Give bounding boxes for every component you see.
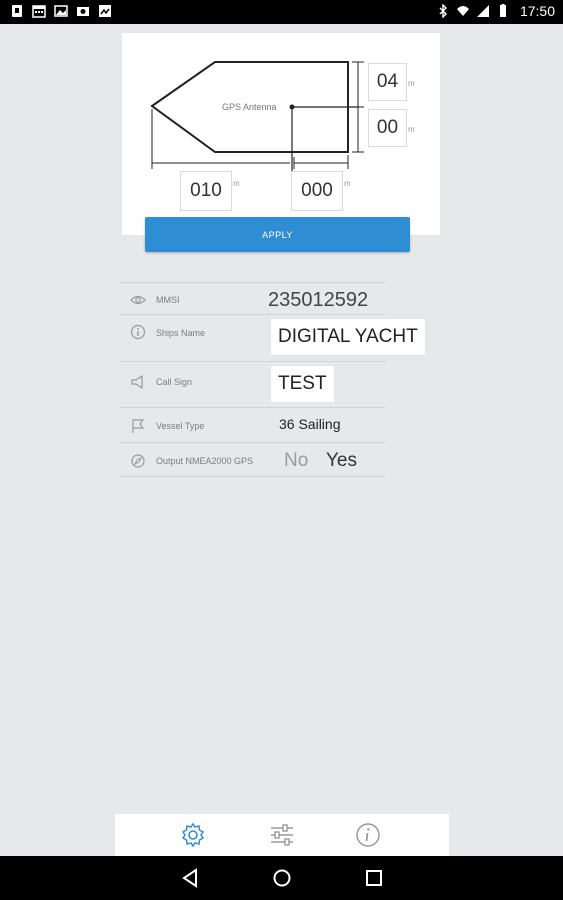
wifi-icon [456,6,469,16]
home-icon[interactable] [271,867,293,889]
info-icon[interactable] [355,822,381,848]
clock-time: 17:50 [519,3,555,19]
ships-name-label: Ships Name [156,328,206,338]
camera-icon [77,7,89,16]
gear-icon[interactable] [180,822,206,848]
bluetooth-icon [439,4,447,18]
sliders-icon[interactable] [269,822,295,848]
call-sign-label: Call Sign [156,377,193,387]
notification-icon [12,5,22,17]
gallery-icon [99,5,111,17]
unit-label: m [233,179,240,188]
image-icon [54,5,68,17]
eye-icon [130,295,146,305]
dim-bottom-left-input[interactable]: 010 [180,171,232,211]
gps-antenna-label: GPS Antenna [222,102,277,112]
flag-icon [132,419,145,433]
unit-label: m [344,179,351,188]
vessel-type-value[interactable]: 36 Sailing [279,416,341,432]
mmsi-row: MMSI 235012592 [120,282,385,315]
ships-name-row: Ships Name DIGITAL YACHT [120,315,426,362]
apply-button[interactable]: APPLY [145,217,410,252]
battery-icon [499,4,506,17]
dim-bottom-right-input[interactable]: 00 [368,109,407,147]
calendar-icon [32,5,46,18]
nmea-output-row: Output NMEA2000 GPS No Yes [120,443,385,477]
info-circle-icon [130,324,146,340]
mmsi-label: MMSI [156,295,180,305]
bottom-tab-bar [115,814,449,856]
system-nav-bar [0,856,563,900]
nmea-label: Output NMEA2000 GPS [156,456,254,466]
status-bar: 17:50 [0,0,563,24]
megaphone-icon [131,374,143,390]
mmsi-value: 235012592 [268,289,369,311]
vessel-type-label: Vessel Type [156,421,205,431]
dim-top-right-input[interactable]: 04 [368,63,407,101]
call-sign-row: Call Sign TEST [120,362,385,408]
recents-icon[interactable] [363,867,385,889]
vessel-type-row: Vessel Type 36 Sailing [120,408,385,443]
unit-label: m [408,79,415,88]
dim-bottom-center-input[interactable]: 000 [291,171,343,211]
vessel-dimension-card: GPS Antenna 04 m 00 m 010 m 000 m [122,33,440,235]
back-icon[interactable] [179,867,201,889]
call-sign-input[interactable]: TEST [270,365,335,403]
unit-label: m [408,125,415,134]
signal-icon [476,5,489,17]
vessel-settings-list: MMSI 235012592 Ships Name DIGITAL YACHT … [120,282,426,477]
ships-name-input[interactable]: DIGITAL YACHT [270,318,426,356]
nmea-no-option[interactable]: No [284,450,308,472]
nmea-yes-option[interactable]: Yes [326,450,357,472]
compass-icon [131,454,145,468]
